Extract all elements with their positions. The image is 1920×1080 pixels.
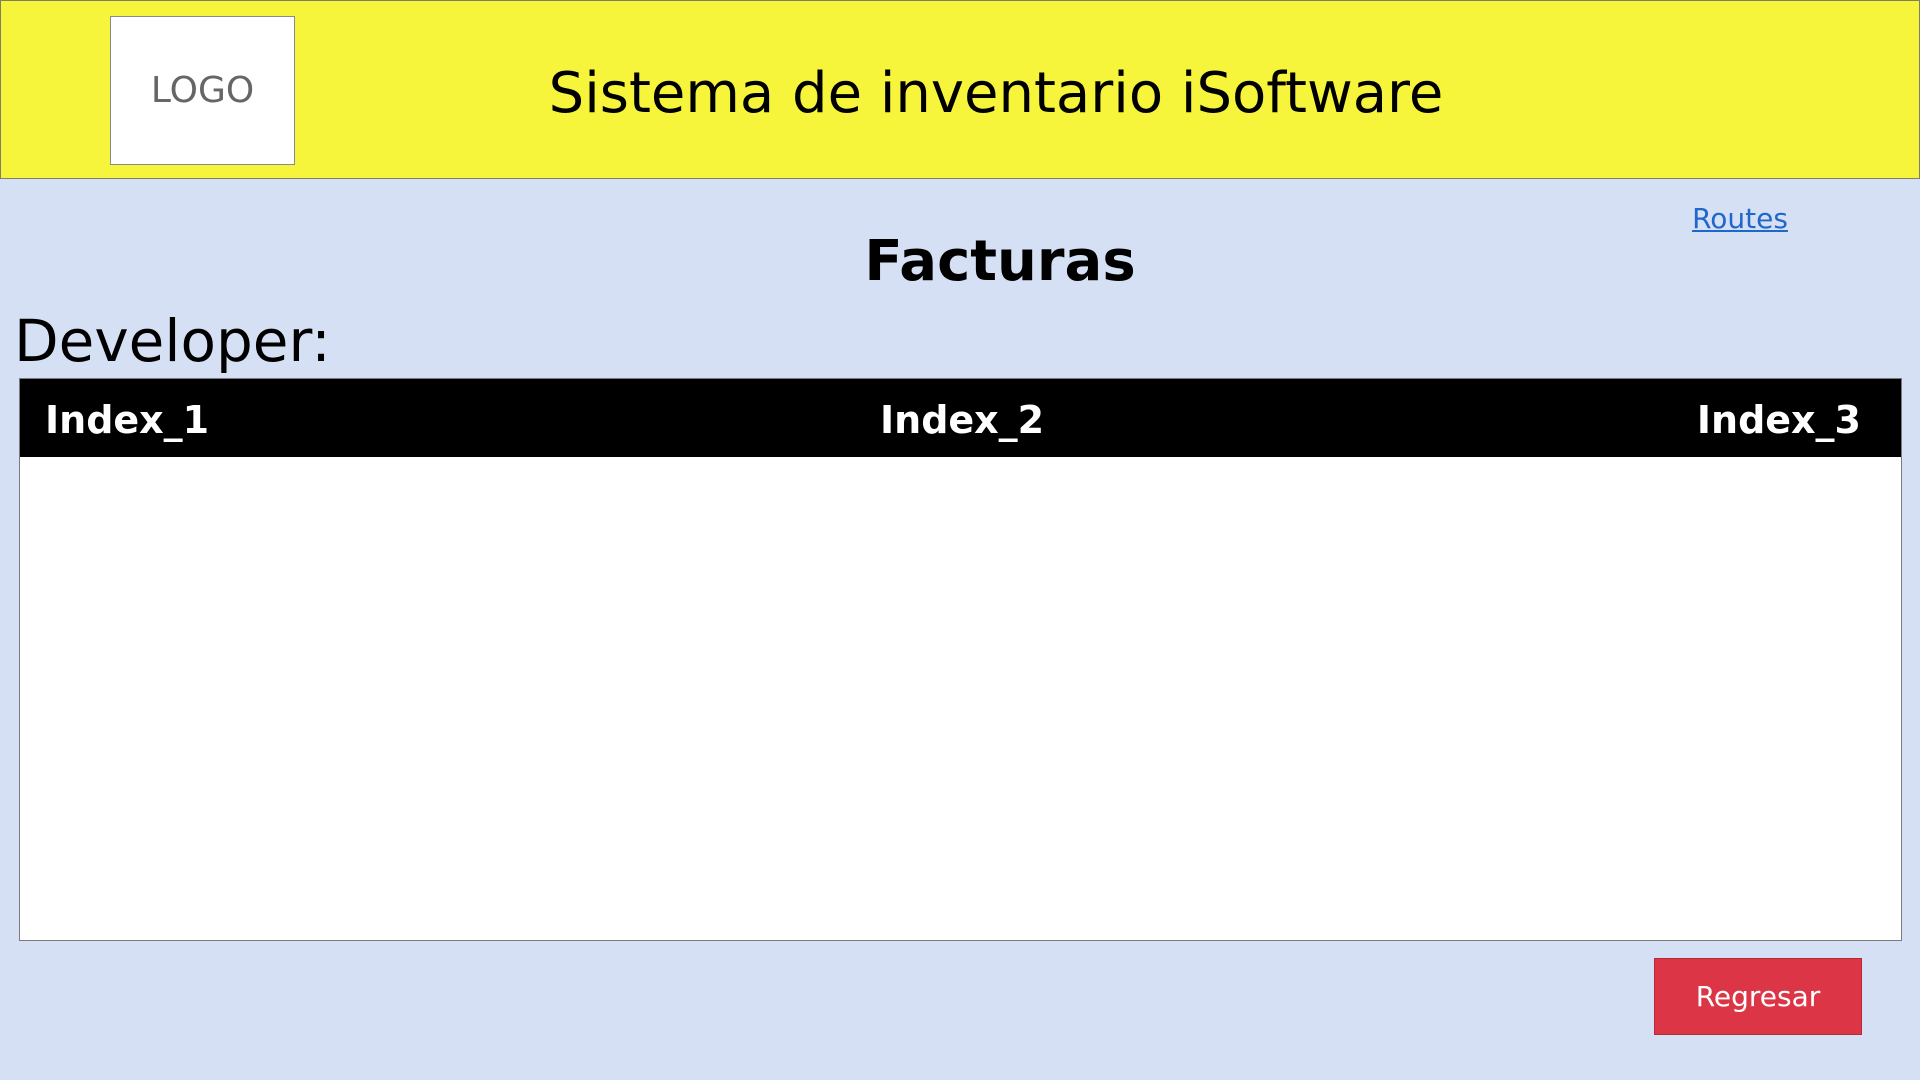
logo-text: LOGO [150, 70, 255, 111]
app-header: LOGO Sistema de inventario iSoftware [0, 0, 1920, 179]
column-header-index-1[interactable]: Index_1 [45, 379, 209, 457]
invoices-table: Index_1 Index_2 Index_3 [19, 378, 1902, 941]
logo: LOGO [110, 16, 295, 165]
column-header-index-2[interactable]: Index_2 [880, 379, 1044, 457]
page-title: Facturas [864, 229, 1136, 294]
routes-link[interactable]: Routes [1660, 200, 1820, 238]
column-header-index-3[interactable]: Index_3 [1697, 379, 1861, 457]
table-body [20, 457, 1901, 940]
app-title: Sistema de inventario iSoftware [548, 61, 1444, 126]
table-header: Index_1 Index_2 Index_3 [20, 379, 1901, 457]
developer-label: Developer: [14, 307, 331, 375]
back-button[interactable]: Regresar [1654, 958, 1862, 1035]
